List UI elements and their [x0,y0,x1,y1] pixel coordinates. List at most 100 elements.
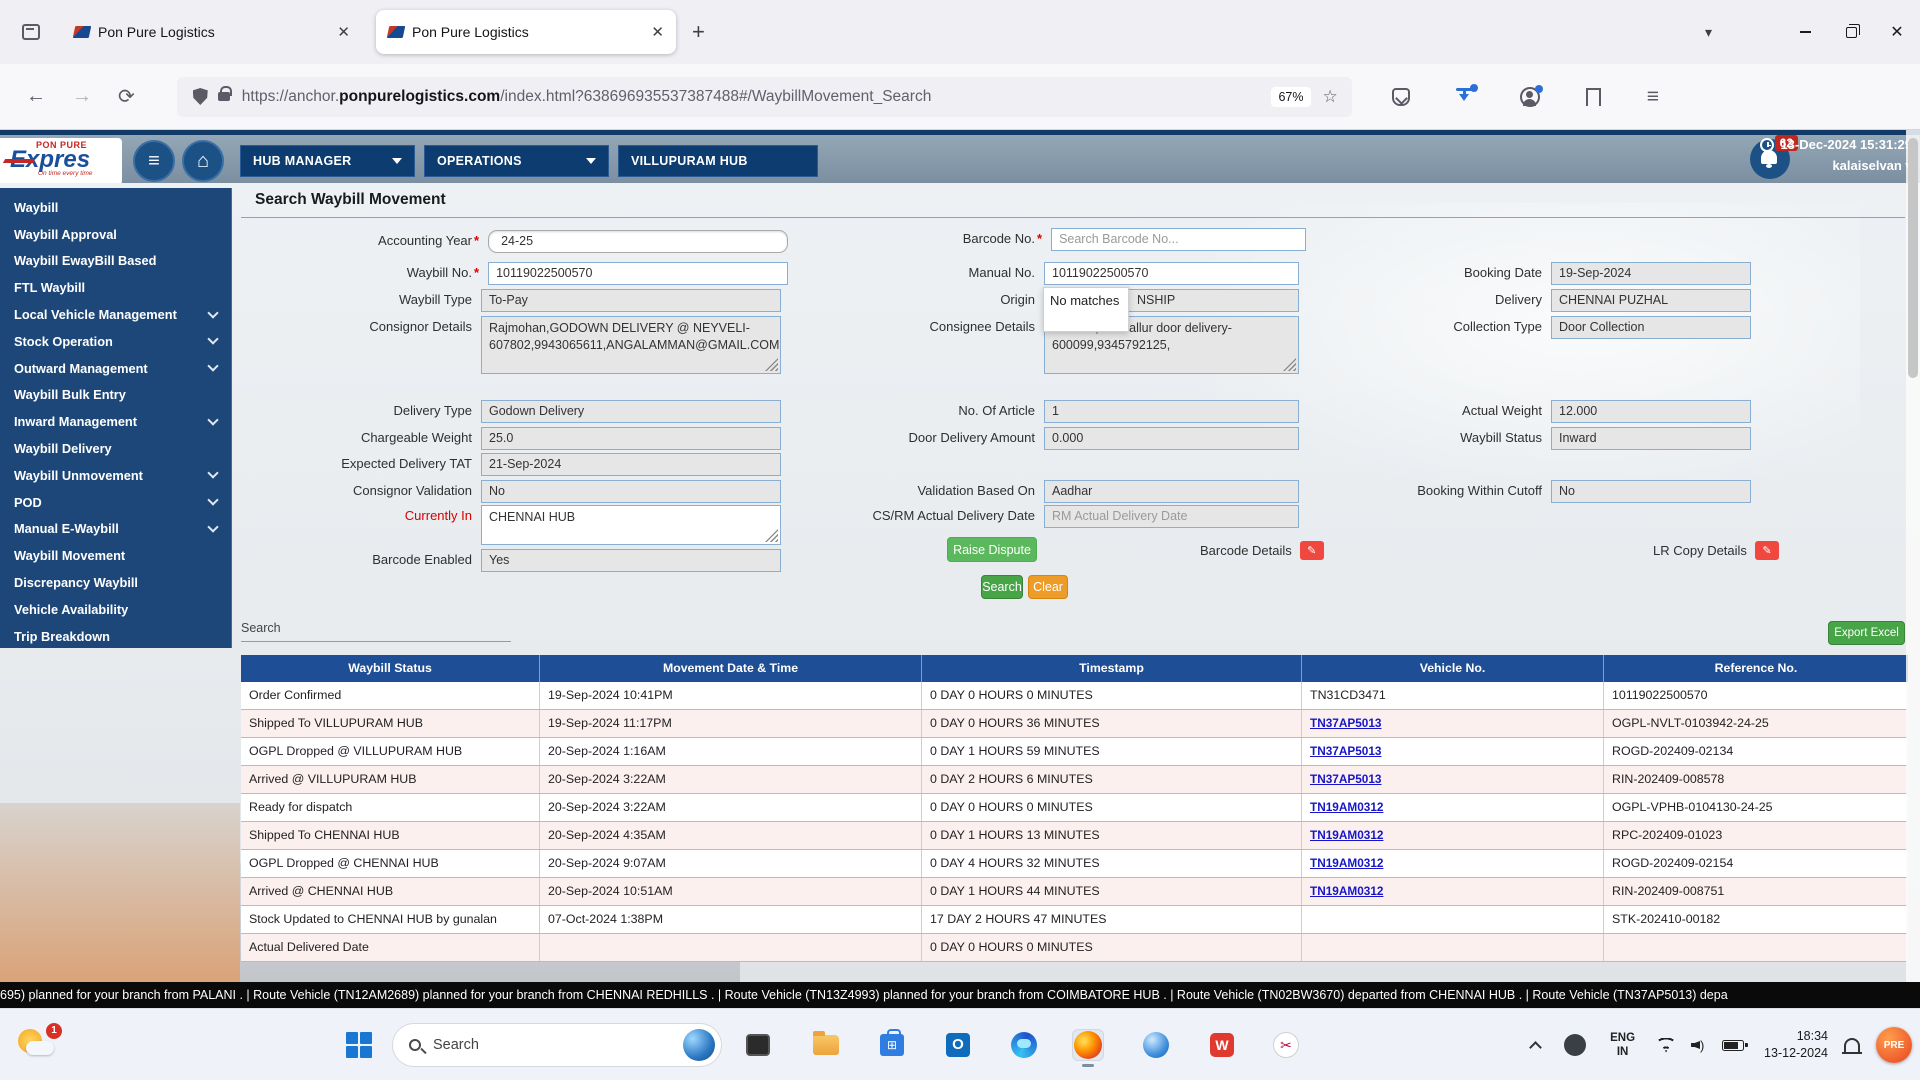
barcode-details-edit-button[interactable]: ✎ [1300,541,1324,560]
barcode-no-input[interactable]: Search Barcode No... [1051,228,1306,251]
file-explorer-button[interactable] [810,1029,842,1061]
clear-button[interactable]: Clear [1028,575,1068,599]
resize-handle[interactable] [1283,358,1296,371]
pocket-icon[interactable] [1392,88,1410,106]
sidebar-item-vehicle-availability[interactable]: Vehicle Availability [0,596,231,623]
tab-close-icon[interactable]: ✕ [337,23,350,41]
edge-button[interactable] [1008,1029,1040,1061]
table-filter-input[interactable]: Search [241,621,511,642]
door-delivery-amount-input[interactable]: 0.000 [1044,427,1299,450]
sidebar-item-local-vehicle-management[interactable]: Local Vehicle Management [0,301,231,328]
menu-toggle-button[interactable]: ≡ [133,140,175,182]
browser-tab-2-active[interactable]: Pon Pure Logistics ✕ [376,10,676,54]
extensions-icon[interactable] [1586,88,1601,106]
url-bar[interactable]: https://anchor.ponpurelogistics.com/inde… [177,77,1352,117]
role-dropdown[interactable]: HUB MANAGER [240,145,415,177]
wifi-icon[interactable] [1657,1038,1675,1053]
vehicle-link[interactable]: TN19AM0312 [1310,856,1383,870]
back-button[interactable]: ← [26,85,46,108]
vehicle-link[interactable]: TN37AP5013 [1310,744,1381,758]
taskbar-search[interactable]: Search [392,1023,722,1067]
sidebar-item-discrepancy-waybill[interactable]: Discrepancy Waybill [0,569,231,596]
hidden-icons-button[interactable] [1531,1039,1540,1052]
vertical-scrollbar[interactable] [1906,130,1920,982]
sidebar-item-waybill-movement[interactable]: Waybill Movement [0,542,231,569]
sidebar-item-outward-management[interactable]: Outward Management [0,355,231,382]
sidebar-item-pod[interactable]: POD [0,489,231,516]
minimize-button[interactable] [1782,0,1828,64]
vehicle-link[interactable]: TN19AM0312 [1310,800,1383,814]
volume-icon[interactable]: ) [1691,1038,1708,1052]
tracking-shield-icon[interactable] [193,88,208,105]
sidebar-item-stock-operation[interactable]: Stock Operation [0,328,231,355]
tray-app-icon[interactable] [1564,1034,1586,1056]
ponpure-logo[interactable]: PON PURE Expres On time every time [0,138,122,185]
validation-based-on-input[interactable]: Aadhar [1044,480,1299,503]
raise-dispute-button[interactable]: Raise Dispute [947,537,1037,562]
expected-delivery-tat-input[interactable]: 21-Sep-2024 [481,453,781,476]
pre-badge[interactable]: PRE [1876,1027,1912,1063]
notification-center-button[interactable] [1844,1038,1860,1052]
actual-weight-input[interactable]: 12.000 [1551,400,1751,423]
weather-widget[interactable]: 1 [16,1025,60,1065]
firefox-view-icon[interactable] [14,15,48,49]
close-button[interactable]: ✕ [1874,0,1920,64]
export-excel-button[interactable]: Export Excel [1828,621,1905,645]
start-button[interactable] [346,1032,372,1058]
vehicle-link[interactable]: TN37AP5013 [1310,716,1381,730]
new-tab-button[interactable]: + [692,19,705,45]
firefox-button[interactable] [1072,1029,1104,1061]
lock-icon[interactable] [218,92,230,101]
outlook-button[interactable]: O [942,1029,974,1061]
booking-within-cutoff-input[interactable]: No [1551,480,1751,503]
cs-rm-actual-delivery-date-input[interactable]: RM Actual Delivery Date [1044,505,1299,528]
wps-button[interactable]: W [1206,1029,1238,1061]
cortana-button[interactable] [1140,1029,1172,1061]
manual-no-input[interactable]: 10119022500570 [1044,262,1299,285]
sidebar-item-manual-e-waybill[interactable]: Manual E-Waybill [0,516,231,543]
home-button[interactable]: ⌂ [182,140,224,182]
sidebar-item-ftl-waybill[interactable]: FTL Waybill [0,274,231,301]
module-dropdown[interactable]: OPERATIONS [424,145,609,177]
download-icon[interactable] [1456,88,1474,106]
column-header[interactable]: Vehicle No. [1302,655,1604,682]
vehicle-link[interactable]: TN19AM0312 [1310,828,1383,842]
account-icon[interactable] [1520,87,1540,107]
sidebar-item-waybill[interactable]: Waybill [0,194,231,221]
column-header[interactable]: Movement Date & Time [540,655,922,682]
battery-icon[interactable] [1722,1040,1744,1051]
taskbar-app-window-icon[interactable] [742,1029,774,1061]
scrollbar-thumb[interactable] [1908,138,1918,378]
zoom-level-indicator[interactable]: 67% [1271,87,1310,107]
lr-copy-details-edit-button[interactable]: ✎ [1755,541,1779,560]
language-indicator[interactable]: ENGIN [1610,1031,1635,1060]
waybill-status-input[interactable]: Inward [1551,427,1751,450]
column-header[interactable]: Reference No. [1604,655,1908,682]
column-header[interactable]: Timestamp [922,655,1302,682]
sidebar-item-waybill-bulk-entry[interactable]: Waybill Bulk Entry [0,382,231,409]
column-header[interactable]: Waybill Status [241,655,540,682]
reload-button[interactable]: ⟳ [118,84,135,109]
sidebar-item-waybill-ewaybill-based[interactable]: Waybill EwayBill Based [0,248,231,275]
sidebar-item-trip-breakdown[interactable]: Trip Breakdown [0,623,231,650]
sidebar-item-waybill-approval[interactable]: Waybill Approval [0,221,231,248]
no-of-article-input[interactable]: 1 [1044,400,1299,423]
tab-close-icon[interactable]: ✕ [651,23,664,41]
delivery-input[interactable]: CHENNAI PUZHAL [1551,289,1751,312]
vehicle-link[interactable]: TN19AM0312 [1310,884,1383,898]
sidebar-item-waybill-unmovement[interactable]: Waybill Unmovement [0,462,231,489]
menu-icon[interactable]: ≡ [1647,86,1659,107]
vehicle-link[interactable]: TN37AP5013 [1310,772,1381,786]
booking-date-input[interactable]: 19-Sep-2024 [1551,262,1751,285]
forward-button[interactable]: → [72,85,92,108]
bookmark-star-icon[interactable]: ☆ [1323,87,1338,107]
list-all-tabs-icon[interactable]: ▾ [1705,24,1712,41]
browser-tab-1[interactable]: Pon Pure Logistics ✕ [62,10,362,54]
collection-type-input[interactable]: Door Collection [1551,316,1751,339]
restore-button[interactable] [1828,0,1874,64]
sidebar-item-inward-management[interactable]: Inward Management [0,408,231,435]
snipping-tool-button[interactable]: ✂ [1270,1029,1302,1061]
user-menu[interactable]: kalaiselvan ▾ [1760,158,1912,174]
microsoft-store-button[interactable]: ⊞ [876,1029,908,1061]
resize-handle[interactable] [765,529,778,542]
